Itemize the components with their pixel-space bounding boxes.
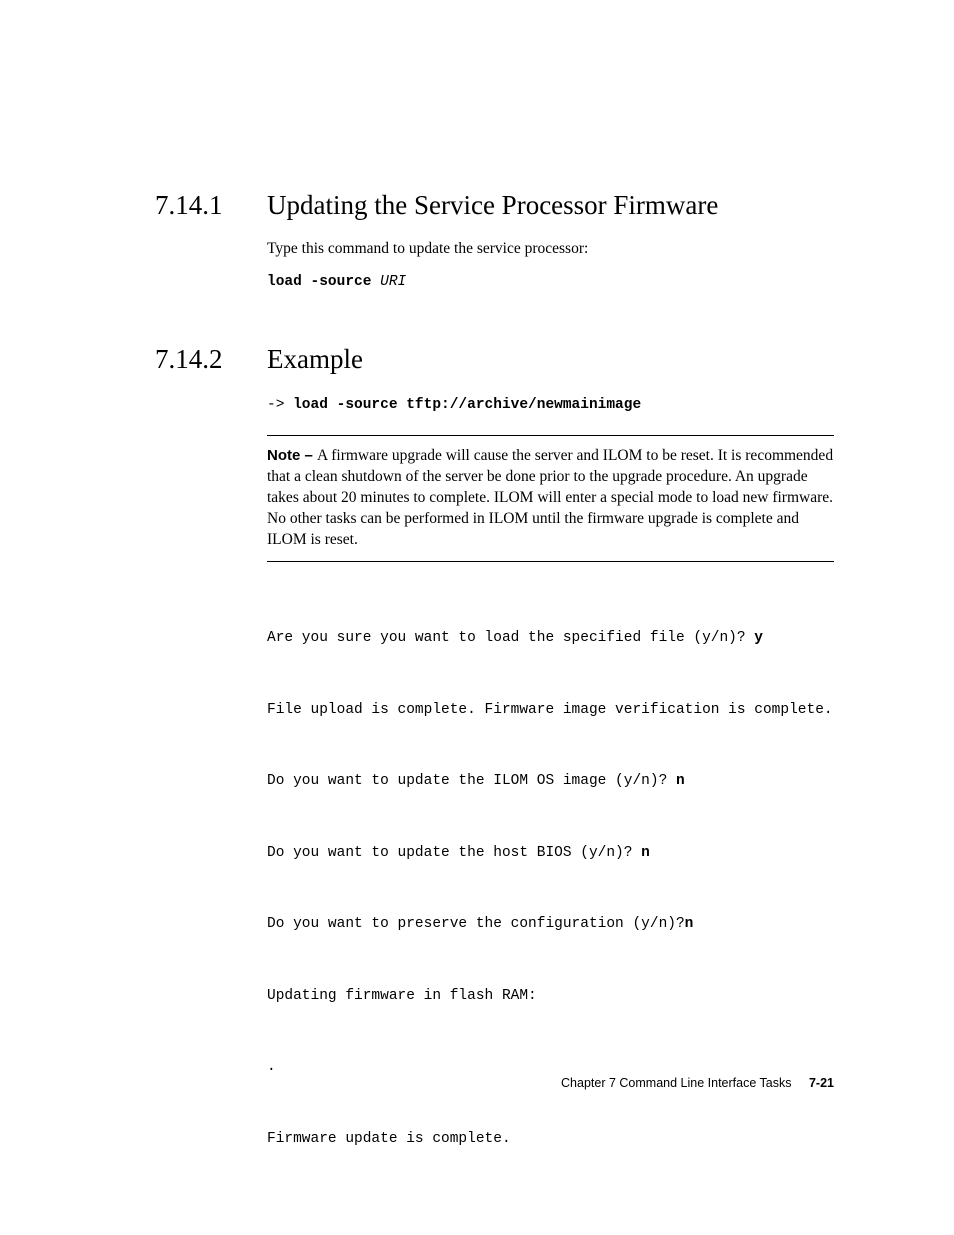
answer: n bbox=[641, 845, 650, 861]
terminal-line: Do you want to preserve the configuratio… bbox=[267, 915, 834, 934]
note-text: A firmware upgrade will cause the server… bbox=[267, 447, 833, 548]
answer: n bbox=[676, 773, 685, 789]
terminal-line: Firmware update is complete. bbox=[267, 1130, 834, 1149]
command-keyword: load -source bbox=[267, 274, 371, 290]
prompt: -> bbox=[267, 397, 293, 413]
example-command: load -source tftp://archive/newmainimage bbox=[293, 397, 641, 413]
answer: y bbox=[754, 630, 763, 646]
section-title: Updating the Service Processor Firmware bbox=[267, 190, 718, 221]
prompt-text: Are you sure you want to load the specif… bbox=[267, 630, 754, 646]
terminal-line: . bbox=[267, 1058, 834, 1077]
section-number: 7.14.2 bbox=[155, 344, 267, 375]
section-title: Example bbox=[267, 344, 363, 375]
section-number: 7.14.1 bbox=[155, 190, 267, 221]
footer-page-number: 7-21 bbox=[809, 1076, 834, 1090]
page-footer: Chapter 7 Command Line Interface Tasks 7… bbox=[561, 1076, 834, 1090]
example-command-line: -> load -source tftp://archive/newmainim… bbox=[267, 397, 834, 413]
prompt-text: Do you want to preserve the configuratio… bbox=[267, 916, 685, 932]
terminal-output: Are you sure you want to load the specif… bbox=[267, 592, 834, 1202]
section-heading-7-14-1: 7.14.1 Updating the Service Processor Fi… bbox=[155, 190, 834, 221]
note-box: Note – A firmware upgrade will cause the… bbox=[267, 435, 834, 562]
terminal-line: Do you want to update the ILOM OS image … bbox=[267, 772, 834, 791]
prompt-text: Do you want to update the host BIOS (y/n… bbox=[267, 845, 641, 861]
terminal-line: Are you sure you want to load the specif… bbox=[267, 629, 834, 648]
footer-chapter: Chapter 7 Command Line Interface Tasks bbox=[561, 1076, 791, 1090]
page-content: 7.14.1 Updating the Service Processor Fi… bbox=[0, 0, 954, 1201]
answer: n bbox=[685, 916, 694, 932]
terminal-line: Updating firmware in flash RAM: bbox=[267, 987, 834, 1006]
terminal-line: Do you want to update the host BIOS (y/n… bbox=[267, 844, 834, 863]
command-syntax: load -source URI bbox=[267, 274, 834, 290]
section-body-1: Type this command to update the service … bbox=[267, 239, 834, 290]
intro-paragraph: Type this command to update the service … bbox=[267, 239, 834, 260]
terminal-line: File upload is complete. Firmware image … bbox=[267, 701, 834, 720]
prompt-text: Do you want to update the ILOM OS image … bbox=[267, 773, 676, 789]
note-label: Note – bbox=[267, 447, 317, 464]
section-heading-7-14-2: 7.14.2 Example bbox=[155, 344, 834, 375]
command-argument: URI bbox=[380, 274, 406, 290]
